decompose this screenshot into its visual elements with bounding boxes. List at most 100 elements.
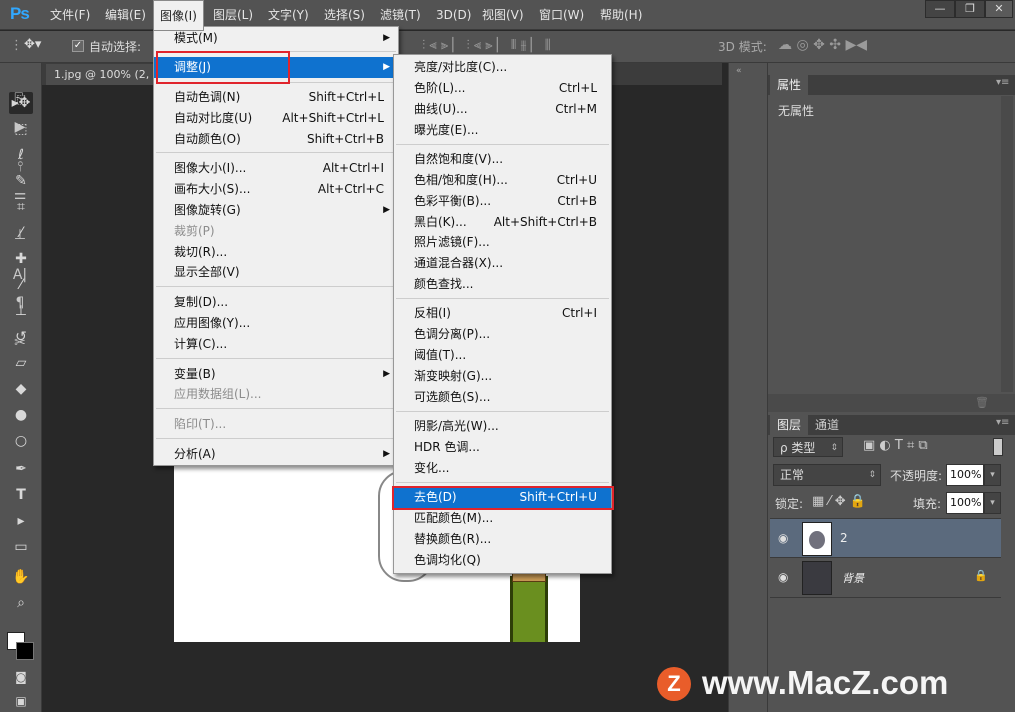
menu-item-black-white[interactable]: 黑白(K)... Alt+Shift+Ctrl+B	[394, 212, 611, 233]
properties-scrollbar[interactable]	[1001, 96, 1013, 392]
layer-name[interactable]: 背景	[842, 570, 864, 586]
layer-row-background[interactable]: ◉ 背景 🔒	[770, 557, 1001, 597]
path-select-tool-icon[interactable]: ▸	[9, 510, 33, 532]
layer-thumbnail	[802, 522, 832, 556]
close-button[interactable]: ✕	[985, 0, 1013, 18]
menu-3d[interactable]: 3D(D)	[430, 0, 477, 30]
dock-collapse-icon[interactable]: «	[736, 66, 742, 76]
menu-item-auto-contrast[interactable]: 自动对比度(U) Alt+Shift+Ctrl+L	[154, 108, 398, 129]
menu-item-variables[interactable]: 变量(B) ▶	[154, 364, 398, 385]
menu-item-auto-tone[interactable]: 自动色调(N) Shift+Ctrl+L	[154, 87, 398, 108]
lock-icons[interactable]: ▦ ⁄ ✥ 🔒	[812, 494, 866, 509]
opacity-dropdown-icon[interactable]: ▾	[984, 464, 1001, 486]
blend-mode-value: 正常	[780, 468, 805, 482]
trash-icon[interactable]: 🗑	[975, 396, 989, 409]
auto-select-label: 自动选择:	[89, 40, 142, 54]
menu-item-equalize[interactable]: 色调均化(Q)	[394, 550, 611, 571]
menu-item-analysis[interactable]: 分析(A) ▶	[154, 444, 398, 465]
menu-item-channel-mixer[interactable]: 通道混合器(X)...	[394, 253, 611, 274]
menu-item-replace-color[interactable]: 替换颜色(R)...	[394, 529, 611, 550]
layer-filter-select[interactable]: ρ 类型 ⇕	[773, 437, 843, 457]
menu-item-vibrance[interactable]: 自然饱和度(V)...	[394, 149, 611, 170]
layer-name[interactable]: 2	[840, 531, 848, 545]
menu-item-color-lookup[interactable]: 颜色查找...	[394, 274, 611, 295]
menu-item-reveal-all[interactable]: 显示全部(V)	[154, 262, 398, 283]
menu-item-gradient-map[interactable]: 渐变映射(G)...	[394, 366, 611, 387]
menu-image[interactable]: 图像(I)	[153, 0, 204, 31]
layer-row-2[interactable]: ◉ 2	[770, 518, 1001, 558]
clone-source-icon[interactable]: ⊥	[8, 224, 32, 246]
fill-input[interactable]: 100%	[946, 492, 984, 514]
minimize-button[interactable]: —	[925, 0, 955, 18]
move-tool-preset-icon[interactable]: ✥▾	[24, 37, 41, 52]
character-panel-icon[interactable]: A|	[8, 264, 32, 286]
visibility-eye-icon[interactable]: ◉	[778, 570, 788, 584]
menu-item-invert[interactable]: 反相(I) Ctrl+I	[394, 303, 611, 324]
menu-item-shadows-highlights[interactable]: 阴影/高光(W)...	[394, 416, 611, 437]
menu-item-threshold[interactable]: 阈值(T)...	[394, 345, 611, 366]
rectangle-tool-icon[interactable]: ▭	[9, 536, 33, 558]
menu-file[interactable]: 文件(F)	[44, 0, 96, 30]
auto-select-checkbox[interactable]: ✓	[72, 40, 84, 52]
menu-item-hdr-toning[interactable]: HDR 色调...	[394, 437, 611, 458]
align-icons[interactable]: ⫶ ⫷ ⫸ ▏ ⫶ ⫷ ⫸ ▏ ⫴ ⫵ ▏ ⫼	[422, 38, 551, 53]
zoom-tool-icon[interactable]: ⌕	[9, 592, 33, 614]
menu-item-hue-saturation[interactable]: 色相/饱和度(H)... Ctrl+U	[394, 170, 611, 191]
tab-properties[interactable]: 属性	[770, 75, 809, 95]
screen-mode-icon[interactable]: ▣	[9, 690, 33, 712]
fill-dropdown-icon[interactable]: ▾	[984, 492, 1001, 514]
pen-tool-icon[interactable]: ✒	[9, 458, 33, 480]
menu-item-image-size[interactable]: 图像大小(I)... Alt+Ctrl+I	[154, 158, 398, 179]
history-panel-icon[interactable]: ⎘	[8, 88, 32, 110]
menu-item-calculations[interactable]: 计算(C)...	[154, 334, 398, 355]
hand-tool-icon[interactable]: ✋	[9, 566, 33, 588]
menu-item-match-color[interactable]: 匹配颜色(M)...	[394, 508, 611, 529]
maximize-button[interactable]: ❐	[955, 0, 985, 18]
quick-mask-icon[interactable]: ◙	[9, 666, 33, 688]
filter-toggle-switch[interactable]	[993, 438, 1003, 456]
menu-item-photo-filter[interactable]: 照片滤镜(F)...	[394, 232, 611, 253]
dodge-tool-icon[interactable]: ○	[9, 430, 33, 452]
menu-item-color-balance[interactable]: 色彩平衡(B)... Ctrl+B	[394, 191, 611, 212]
eraser-tool-icon[interactable]: ▱	[9, 352, 33, 374]
layer-lock-icon: 🔒	[974, 569, 988, 582]
menu-item-exposure[interactable]: 曝光度(E)...	[394, 120, 611, 141]
menu-view[interactable]: 视图(V)	[476, 0, 530, 30]
layers-menu-icon[interactable]: ▾≡	[996, 417, 1009, 428]
blur-tool-icon[interactable]: ●	[9, 404, 33, 426]
menu-item-mode[interactable]: 模式(M) ▶	[154, 28, 398, 49]
menu-edit[interactable]: 编辑(E)	[99, 0, 152, 30]
menu-item-trim[interactable]: 裁切(R)...	[154, 242, 398, 263]
opacity-input[interactable]: 100%	[946, 464, 984, 486]
menu-item-apply-image[interactable]: 应用图像(Y)...	[154, 313, 398, 334]
menu-item-selective-color[interactable]: 可选颜色(S)...	[394, 387, 611, 408]
paragraph-panel-icon[interactable]: ¶	[8, 292, 32, 314]
menu-item-auto-color[interactable]: 自动颜色(O) Shift+Ctrl+B	[154, 129, 398, 150]
menu-help[interactable]: 帮助(H)	[594, 0, 648, 30]
menu-window[interactable]: 窗口(W)	[533, 0, 590, 30]
3d-mode-icons[interactable]: ☁ ◎ ✥ ✣ ▶◀	[778, 37, 867, 53]
tool-presets-icon[interactable]: ✂	[8, 332, 32, 354]
brush-panel-icon[interactable]: ⫯	[8, 156, 32, 178]
tab-channels[interactable]: 通道	[808, 415, 846, 435]
menu-item-brightness-contrast[interactable]: 亮度/对比度(C)...	[394, 57, 611, 78]
menu-item-image-rotation[interactable]: 图像旋转(G) ▶	[154, 200, 398, 221]
document-tab[interactable]: 1.jpg @ 100% (2, R	[46, 64, 156, 85]
visibility-eye-icon[interactable]: ◉	[778, 531, 788, 545]
blend-mode-select[interactable]: 正常 ⇕	[773, 464, 881, 486]
actions-panel-icon[interactable]: ▶	[8, 116, 32, 138]
background-color-swatch[interactable]	[16, 642, 34, 660]
tab-layers[interactable]: 图层	[770, 415, 809, 435]
properties-menu-icon[interactable]: ▾≡	[996, 77, 1009, 88]
adjustments-highlight-box	[156, 51, 290, 84]
type-tool-icon[interactable]: T	[9, 484, 33, 506]
menu-item-levels[interactable]: 色阶(L)... Ctrl+L	[394, 78, 611, 99]
paint-bucket-tool-icon[interactable]: ◆	[9, 378, 33, 400]
menu-item-curves[interactable]: 曲线(U)... Ctrl+M	[394, 99, 611, 120]
menu-item-canvas-size[interactable]: 画布大小(S)... Alt+Ctrl+C	[154, 179, 398, 200]
layer-filter-icons[interactable]: ▣ ◐ T ⌗ ⧉	[863, 438, 928, 453]
brush-presets-icon[interactable]: ⚌	[8, 184, 32, 206]
menu-item-posterize[interactable]: 色调分离(P)...	[394, 324, 611, 345]
menu-item-duplicate[interactable]: 复制(D)...	[154, 292, 398, 313]
menu-item-variations[interactable]: 变化...	[394, 458, 611, 479]
